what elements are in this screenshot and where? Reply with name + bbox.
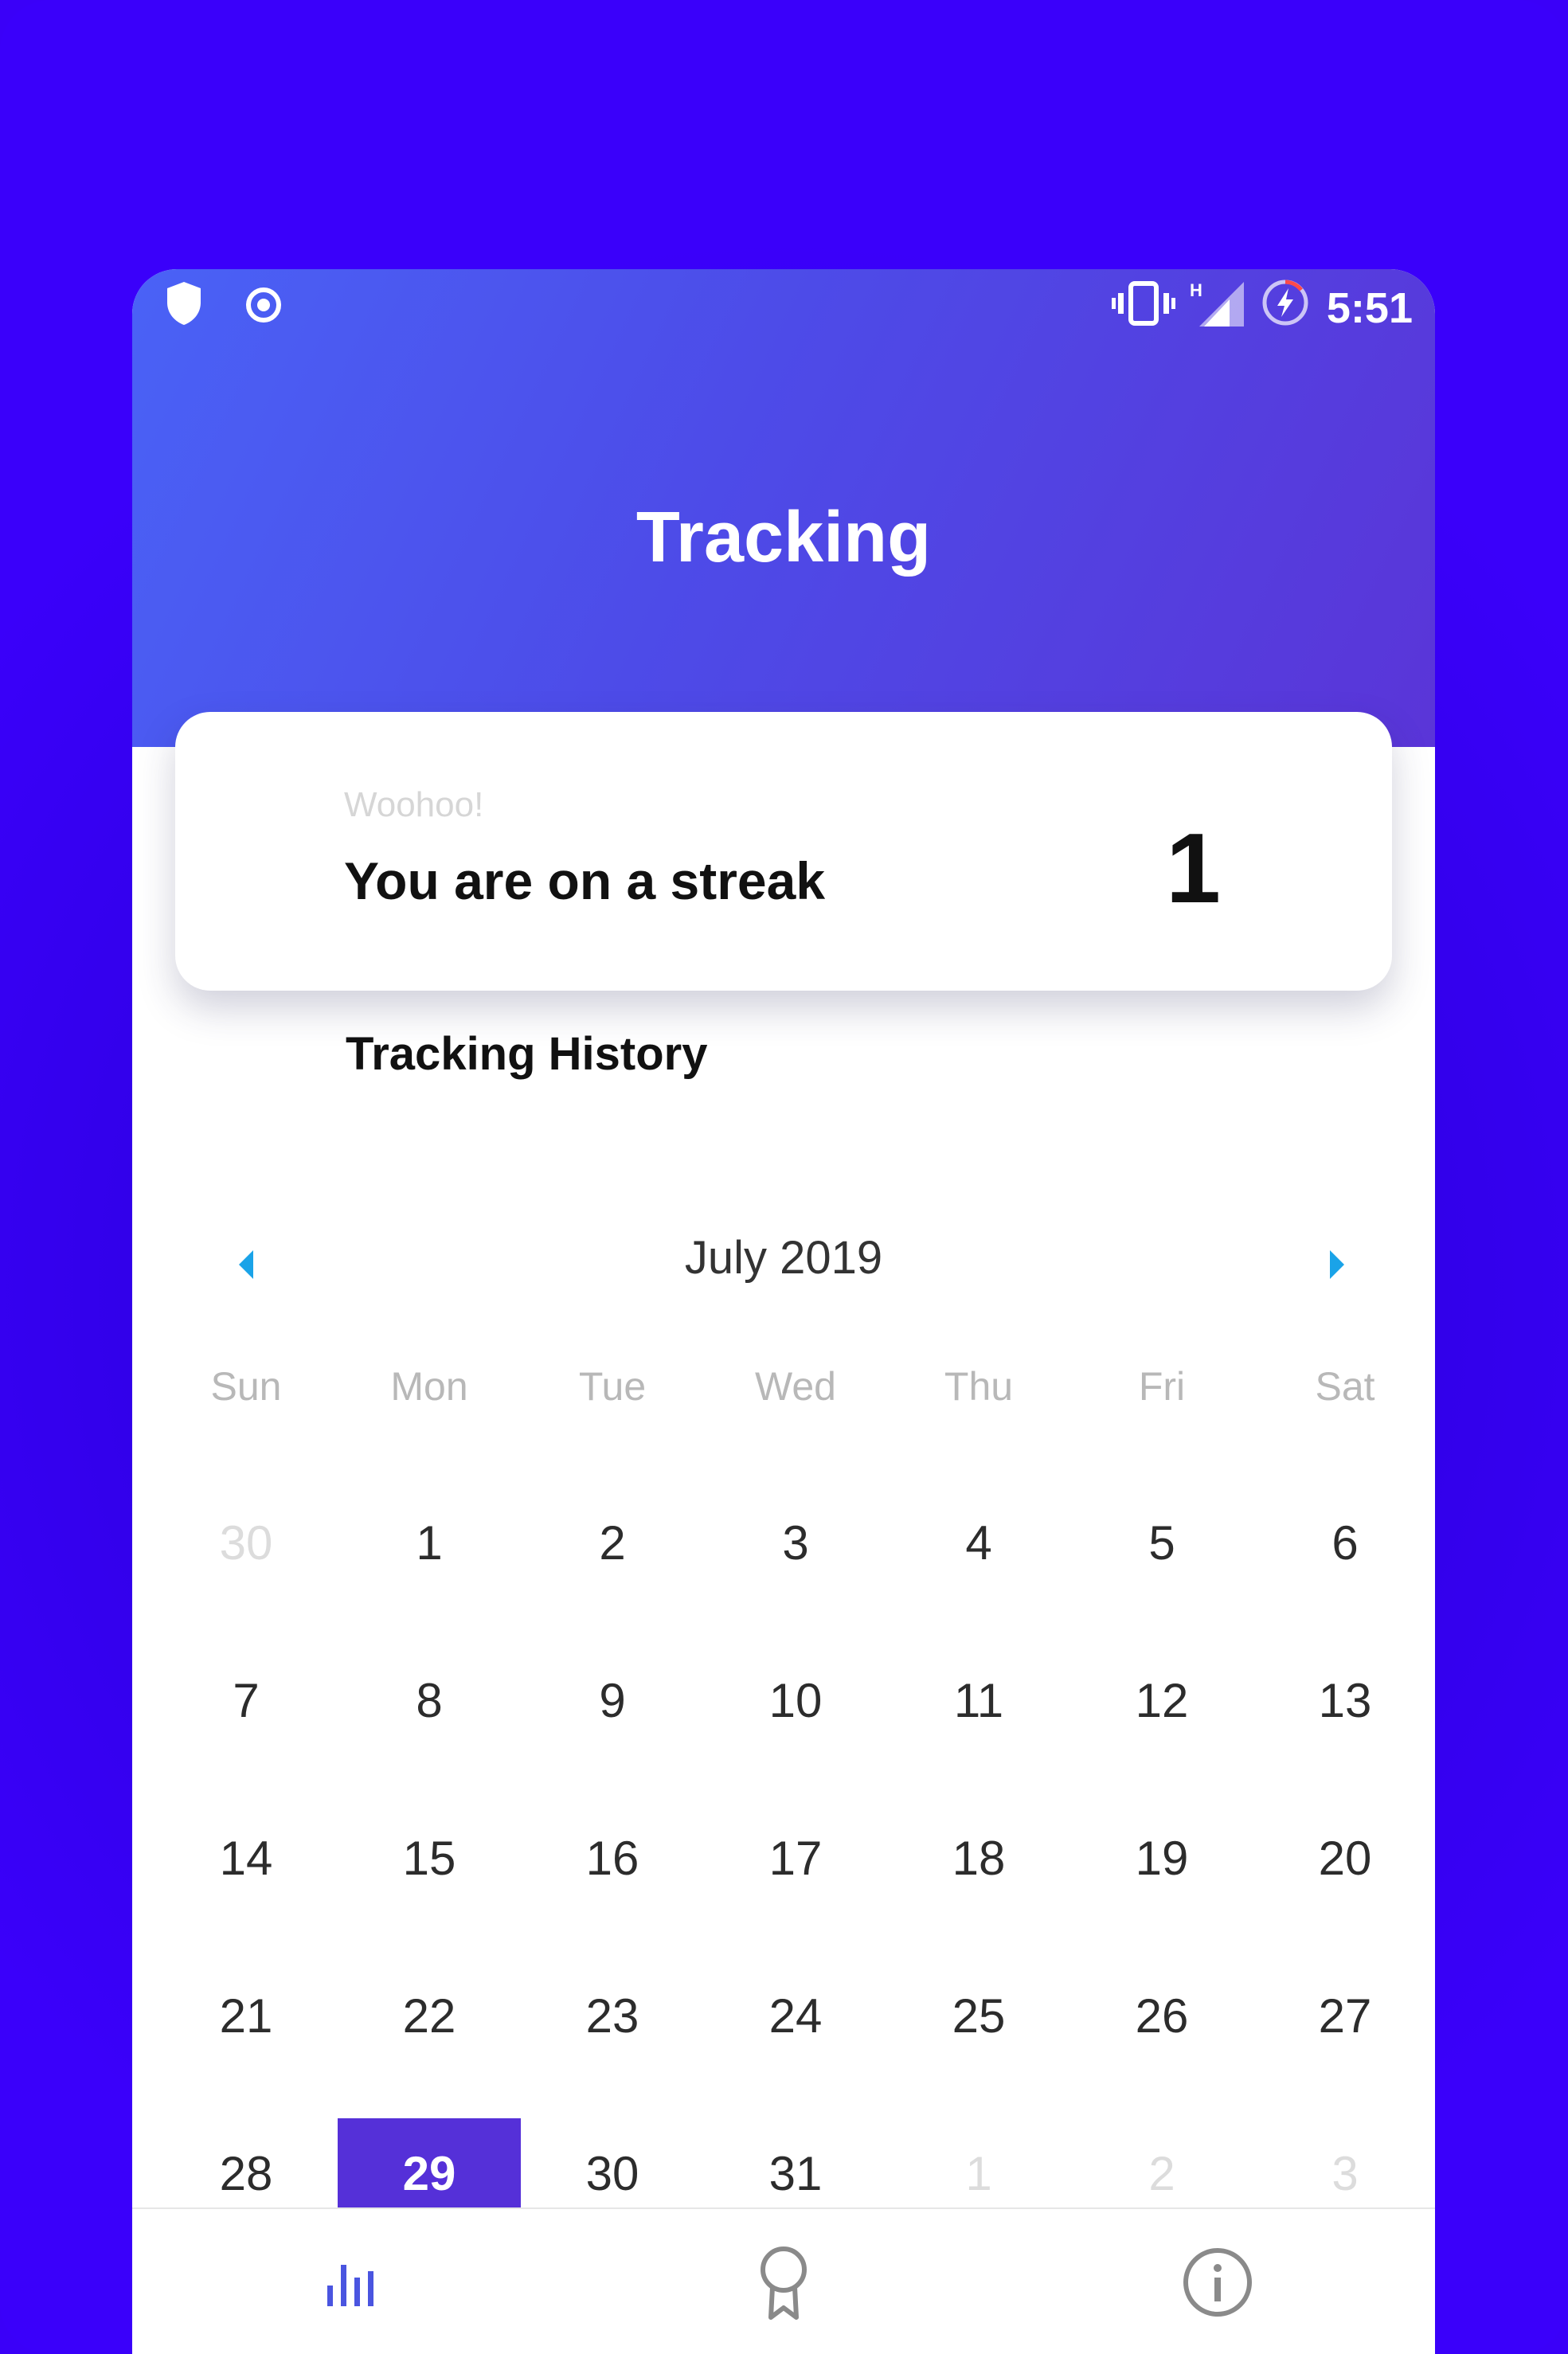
nav-tracking-button[interactable] xyxy=(132,2209,566,2354)
calendar-day[interactable]: 6 xyxy=(1253,1488,1435,1599)
status-bar: H 5:51 xyxy=(132,269,1435,339)
battery-charging-icon xyxy=(1260,277,1311,332)
bar-chart-icon xyxy=(327,2265,373,2306)
calendar-day[interactable]: 20 xyxy=(1253,1803,1435,1914)
calendar-day[interactable]: 11 xyxy=(887,1645,1070,1757)
month-label: July 2019 xyxy=(684,1232,883,1284)
page-title: Tracking xyxy=(635,498,932,577)
calendar-day[interactable]: 14 xyxy=(154,1803,338,1914)
calendar-day[interactable]: 24 xyxy=(704,1961,887,2072)
tracking-history-title: Tracking History xyxy=(346,1028,708,1080)
calendar-day[interactable]: 13 xyxy=(1253,1645,1435,1757)
calendar-day[interactable]: 9 xyxy=(521,1645,704,1757)
calendar-day[interactable]: 17 xyxy=(704,1803,887,1914)
next-month-button[interactable] xyxy=(1312,1236,1360,1293)
status-time: 5:51 xyxy=(1326,284,1413,332)
weekday-label: Tue xyxy=(578,1364,647,1409)
target-icon xyxy=(244,285,283,329)
calendar-day[interactable]: 23 xyxy=(521,1961,704,2072)
bottom-navigation xyxy=(132,2207,1435,2354)
phone-screen: H 5:51 Tracking Woohoo! You are on a str… xyxy=(132,269,1435,2354)
weekday-header-row: Sun Mon Tue Wed Thu Fri Sat xyxy=(154,1363,1435,1427)
streak-card: Woohoo! You are on a streak 1 xyxy=(175,712,1392,991)
streak-subtitle: Woohoo! xyxy=(344,785,484,824)
calendar-grid: 30 1 2 3 4 5 6 7 8 9 10 11 12 13 14 15 16 17 18 19 20 21 22 23 2… xyxy=(154,1488,1435,2284)
vibrate-icon xyxy=(1112,279,1175,332)
calendar-day[interactable]: 2 xyxy=(521,1488,704,1599)
calendar-day[interactable]: 26 xyxy=(1070,1961,1253,2072)
calendar-day[interactable]: 30 xyxy=(154,1488,338,1599)
calendar-day[interactable]: 16 xyxy=(521,1803,704,1914)
calendar-day[interactable]: 8 xyxy=(338,1645,521,1757)
calendar-day[interactable]: 10 xyxy=(704,1645,887,1757)
calendar-day[interactable]: 12 xyxy=(1070,1645,1253,1757)
weekday-label: Fri xyxy=(1138,1364,1186,1409)
calendar-day[interactable]: 1 xyxy=(338,1488,521,1599)
calendar-day[interactable]: 25 xyxy=(887,1961,1070,2072)
weekday-label: Mon xyxy=(390,1364,468,1409)
shield-icon xyxy=(164,280,204,330)
info-icon xyxy=(1183,2248,1252,2317)
weekday-label: Sun xyxy=(210,1364,282,1409)
calendar-day[interactable]: 21 xyxy=(154,1961,338,2072)
chevron-right-icon xyxy=(1330,1250,1344,1279)
award-ribbon-icon xyxy=(760,2246,807,2320)
svg-text:H: H xyxy=(1190,280,1202,300)
weekday-label: Sat xyxy=(1315,1364,1375,1409)
weekday-label: Thu xyxy=(944,1364,1014,1409)
calendar-day[interactable]: 18 xyxy=(887,1803,1070,1914)
calendar-day[interactable]: 19 xyxy=(1070,1803,1253,1914)
calendar-day[interactable]: 3 xyxy=(704,1488,887,1599)
calendar-day[interactable]: 4 xyxy=(887,1488,1070,1599)
calendar-day[interactable]: 15 xyxy=(338,1803,521,1914)
calendar-day[interactable]: 7 xyxy=(154,1645,338,1757)
signal-icon: H xyxy=(1188,277,1245,334)
weekday-label: Wed xyxy=(755,1364,836,1409)
nav-achievements-button[interactable] xyxy=(566,2209,1000,2354)
streak-title: You are on a streak xyxy=(344,851,826,910)
calendar-day[interactable]: 22 xyxy=(338,1961,521,2072)
calendar-day[interactable]: 5 xyxy=(1070,1488,1253,1599)
calendar-day[interactable]: 27 xyxy=(1253,1961,1435,2072)
streak-count: 1 xyxy=(1166,814,1221,924)
nav-info-button[interactable] xyxy=(1000,2209,1434,2354)
